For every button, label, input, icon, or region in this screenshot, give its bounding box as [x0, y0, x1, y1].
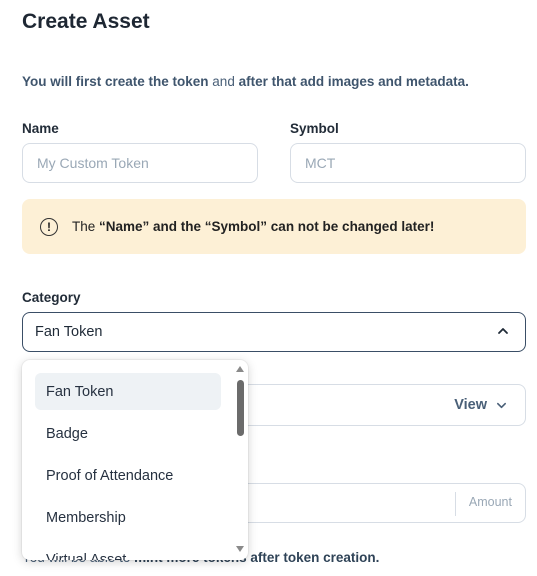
symbol-placeholder: MCT — [305, 155, 336, 171]
category-value: Fan Token — [35, 324, 103, 340]
scroll-down-icon[interactable] — [236, 546, 244, 552]
amount-placeholder: Amount — [468, 495, 512, 509]
warning-banner: ! The “Name” and the “Symbol” can not be… — [22, 199, 526, 254]
category-select[interactable]: Fan Token — [22, 312, 526, 352]
view-toggle[interactable]: View — [230, 384, 526, 426]
warning-bold: “Name” and the “Symbol” can not be chang… — [99, 219, 435, 234]
page-title: Create Asset — [22, 10, 150, 33]
symbol-label: Symbol — [290, 121, 339, 136]
name-placeholder: My Custom Token — [37, 155, 149, 171]
scroll-up-icon[interactable] — [236, 366, 244, 372]
dropdown-option-membership[interactable]: Membership — [35, 499, 221, 536]
intro-text: You will first create the token and afte… — [22, 74, 469, 89]
exclamation-icon: ! — [40, 217, 58, 236]
dropdown-option-fan-token[interactable]: Fan Token — [35, 373, 221, 410]
dropdown-scrollbar[interactable] — [234, 364, 246, 556]
warning-text: The “Name” and the “Symbol” can not be c… — [72, 219, 434, 234]
category-dropdown[interactable]: Fan Token Badge Proof of Attendance Memb… — [22, 360, 248, 560]
intro-plain: and — [208, 74, 239, 89]
scroll-thumb[interactable] — [237, 380, 244, 436]
amount-divider — [455, 492, 456, 516]
name-input[interactable]: My Custom Token — [22, 143, 258, 183]
chevron-up-icon — [498, 328, 508, 334]
amount-input[interactable]: Amount — [230, 483, 526, 523]
warning-prefix: The — [72, 219, 100, 234]
intro-bold-1: You will first create the token — [22, 74, 209, 89]
view-label: View — [454, 397, 487, 413]
dropdown-option-proof-of-attendance[interactable]: Proof of Attendance — [35, 457, 221, 494]
chevron-down-icon — [497, 402, 506, 409]
symbol-input[interactable]: MCT — [290, 143, 526, 183]
dropdown-option-badge[interactable]: Badge — [35, 415, 221, 452]
name-label: Name — [22, 121, 59, 136]
intro-bold-2: after that add images and metadata. — [238, 74, 469, 89]
category-label: Category — [22, 290, 81, 305]
dropdown-option-virtual-asset[interactable]: Virtual Asset — [35, 541, 221, 561]
